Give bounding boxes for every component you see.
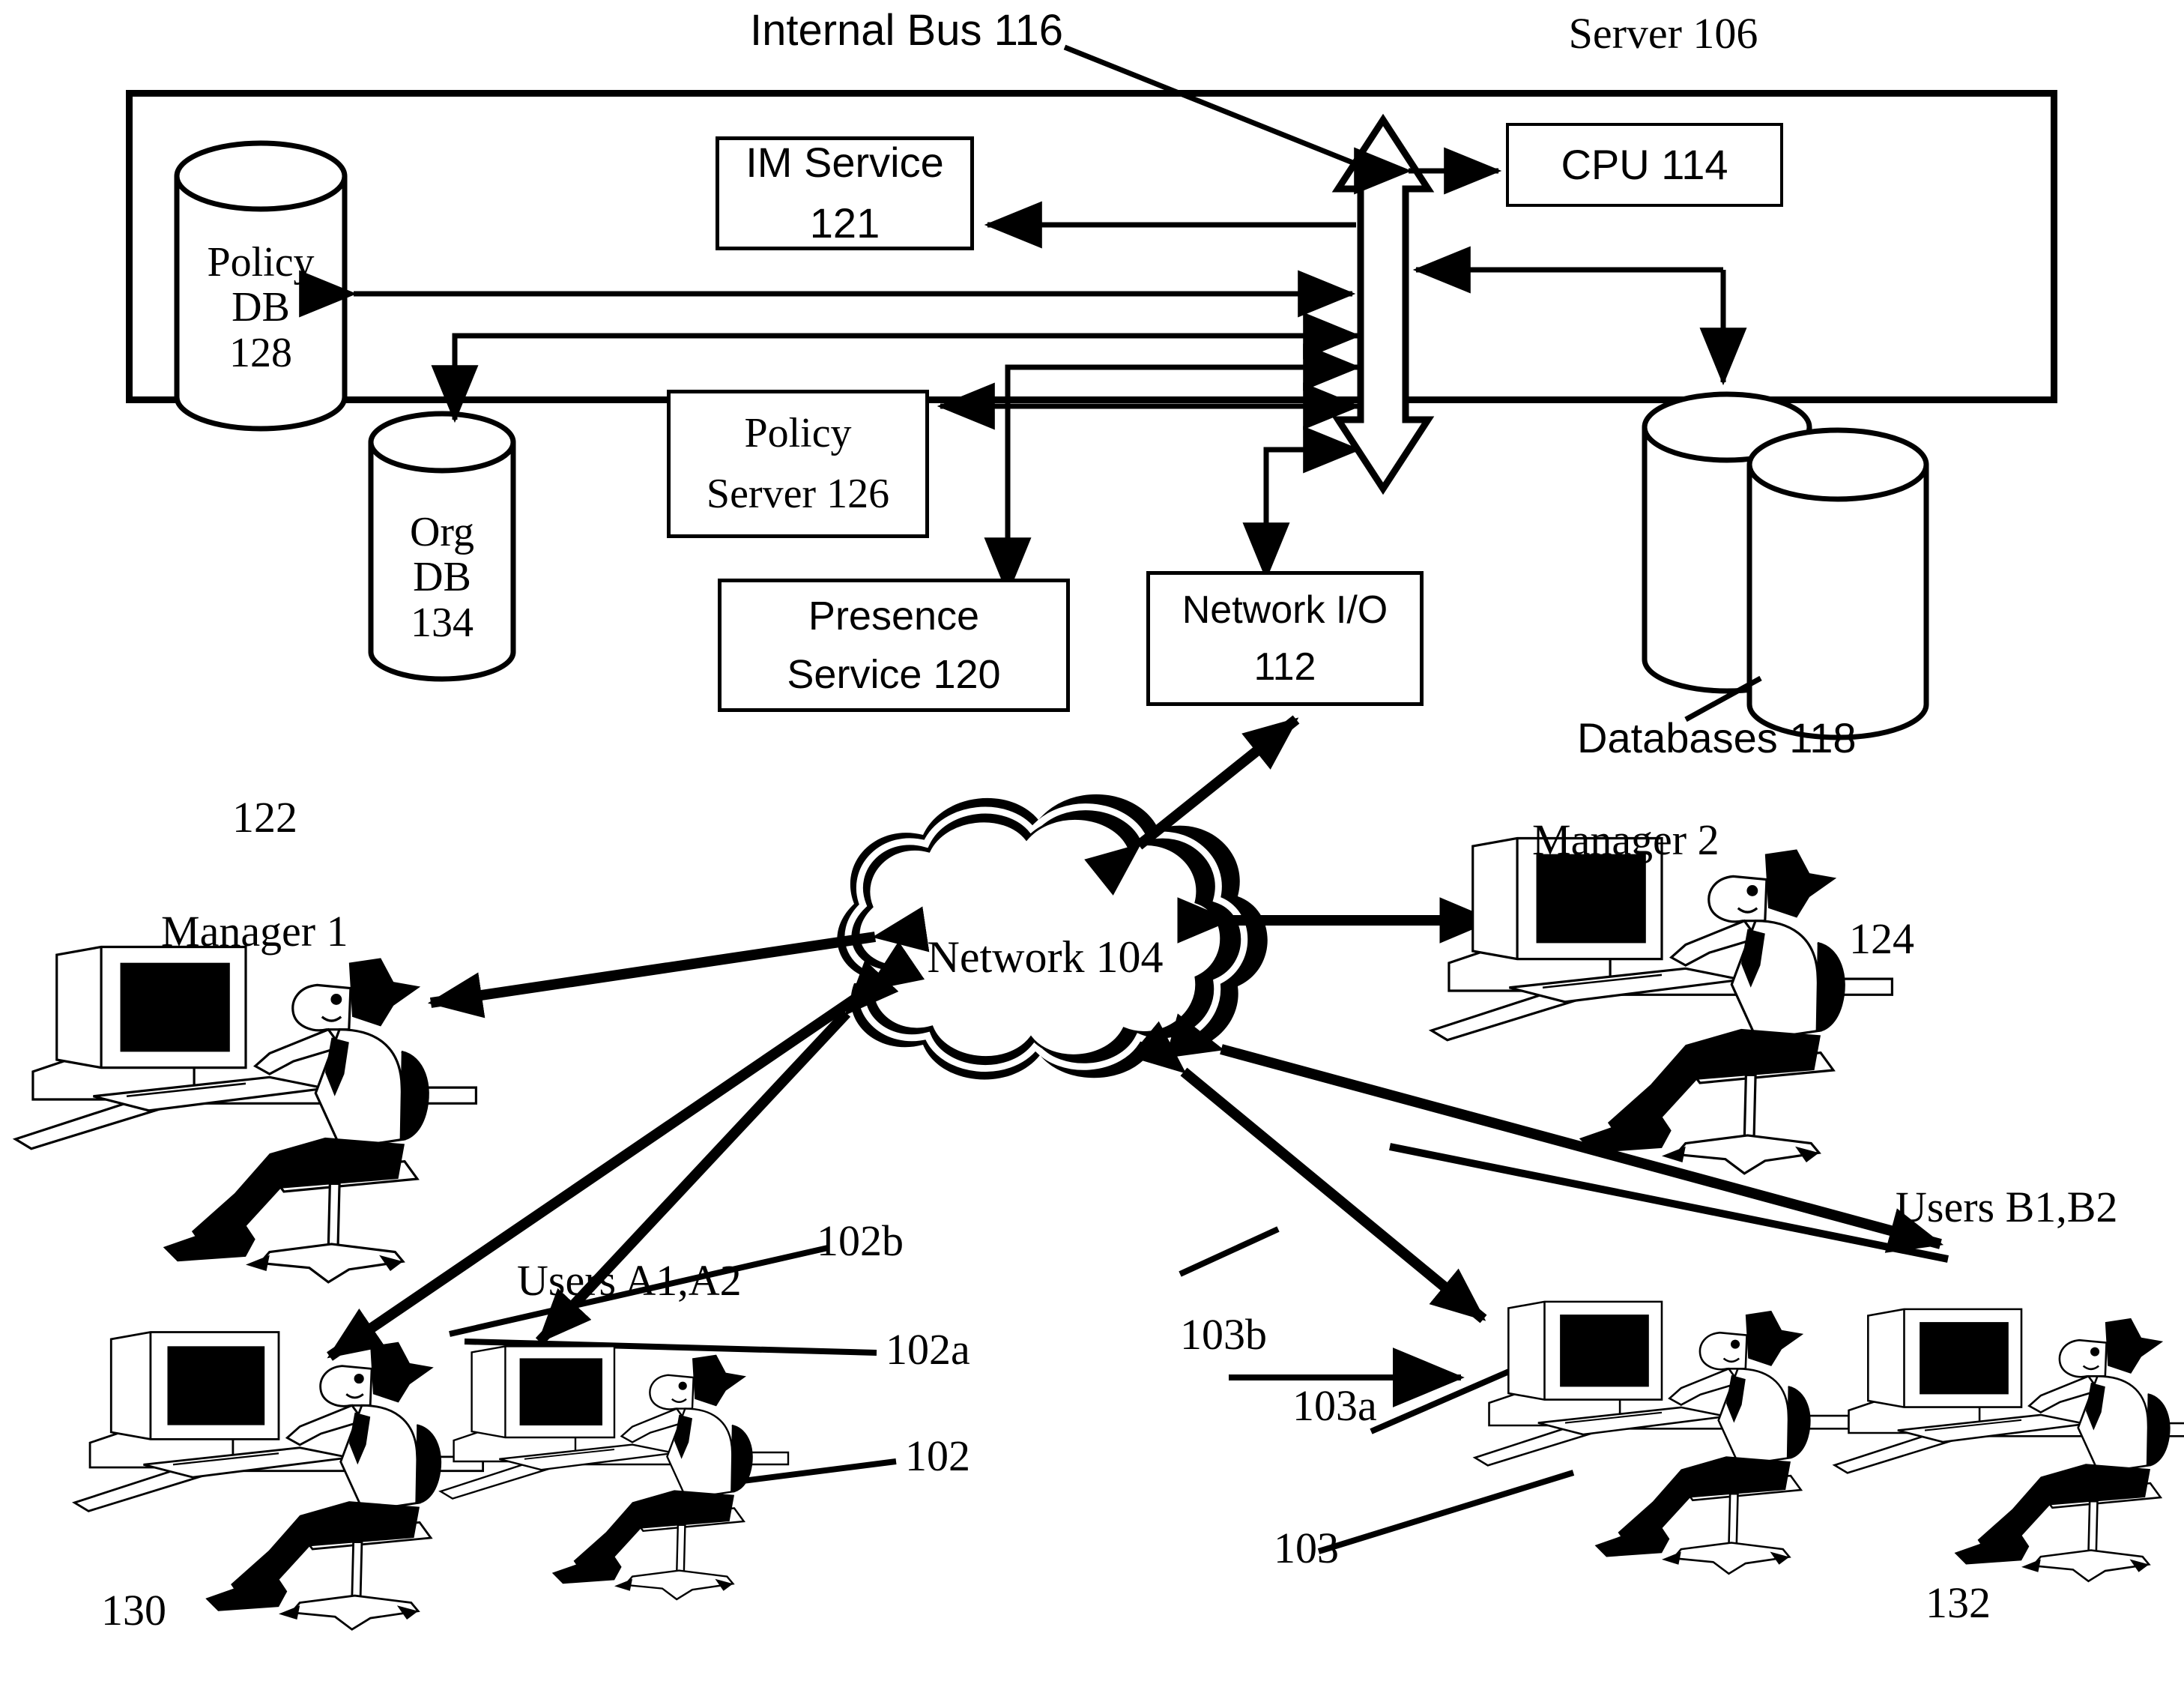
clipart-user-103b xyxy=(1474,1300,1850,1575)
policy-db-line3: 128 xyxy=(229,329,292,376)
ref-103: 103 xyxy=(1274,1524,1339,1572)
arrow-bus-netio xyxy=(1242,447,1352,581)
ref-122: 122 xyxy=(232,793,297,842)
im-service-label-line1: IM Service xyxy=(745,139,944,187)
org-db-line3: 134 xyxy=(411,599,474,646)
box-cpu: CPU 114 xyxy=(1506,123,1783,207)
ref-103a: 103a xyxy=(1292,1381,1377,1430)
box-presence-service: Presence Service 120 xyxy=(718,579,1070,712)
ref-102a: 102a xyxy=(886,1325,970,1374)
manager2-label: Manager 2 xyxy=(1532,815,1719,864)
arrow-cloud-manager1 xyxy=(427,906,930,1018)
arrow-bus-presence xyxy=(984,364,1352,596)
arrow-cloud-netio xyxy=(1084,715,1300,896)
leader-103 xyxy=(1317,1470,1575,1554)
clipart-manager1 xyxy=(14,945,477,1284)
ref-103b: 103b xyxy=(1180,1310,1267,1359)
leader-102b xyxy=(1179,1226,1280,1277)
policy-server-label-line1: Policy xyxy=(744,410,852,457)
internal-bus-label: Internal Bus 116 xyxy=(749,6,1064,55)
clipart-user-102a xyxy=(439,1345,790,1601)
ref-130: 130 xyxy=(101,1586,166,1635)
policy-server-label-line2: Server 126 xyxy=(706,470,890,517)
box-policy-server: Policy Server 126 xyxy=(667,390,929,538)
org-db-line2: DB xyxy=(413,554,471,601)
users-a-label: Users A1,A2 xyxy=(517,1256,742,1305)
policy-db-line1: Policy xyxy=(207,239,315,286)
server-label: Server 106 xyxy=(1568,9,1758,58)
internal-bus-leader xyxy=(1063,44,1364,169)
users-b-label: Users B1,B2 xyxy=(1896,1183,2118,1231)
arrow-cloud-usersB xyxy=(1165,1013,1944,1253)
org-db-line1: Org xyxy=(409,509,475,555)
policy-db-line2: DB xyxy=(232,284,290,331)
ref-132: 132 xyxy=(1926,1578,1991,1627)
network-io-label-line2: 112 xyxy=(1253,645,1316,689)
ref-124: 124 xyxy=(1849,914,1914,963)
cpu-label: CPU 114 xyxy=(1561,140,1728,188)
clipart-user-130 xyxy=(73,1331,485,1631)
ref-102b: 102b xyxy=(817,1216,904,1265)
network-label: Network 104 xyxy=(927,932,1164,982)
databases-cylinders xyxy=(1642,391,1929,740)
policy-db-label: Policy DB 128 xyxy=(171,240,351,375)
presence-service-label-line1: Presence xyxy=(808,593,980,639)
im-service-label-line2: 121 xyxy=(809,199,880,247)
databases-label: Databases 118 xyxy=(1577,714,1857,761)
network-io-label-line1: Network I/O xyxy=(1182,588,1388,632)
clipart-user-132 xyxy=(1833,1308,2184,1583)
presence-service-label-line2: Service 120 xyxy=(787,651,1001,697)
internal-bus-arrow xyxy=(1331,113,1435,495)
manager1-label: Manager 1 xyxy=(161,907,348,956)
box-network-io: Network I/O 112 xyxy=(1146,571,1424,706)
line-manager2-usersB xyxy=(1389,1143,1949,1263)
org-db-label: Org DB 134 xyxy=(360,510,524,645)
patent-figure: IM Service 121 CPU 114 Policy Server 126… xyxy=(0,0,2184,1684)
box-im-service: IM Service 121 xyxy=(716,136,974,250)
ref-102: 102 xyxy=(905,1431,970,1480)
